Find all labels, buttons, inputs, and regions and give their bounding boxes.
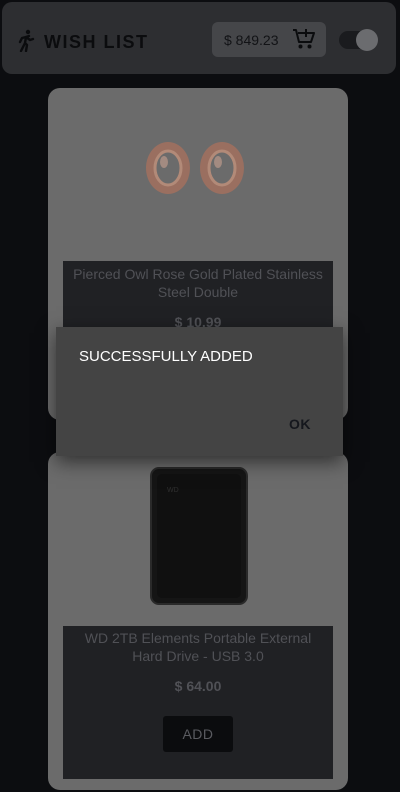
- dialog-message: SUCCESSFULLY ADDED: [79, 348, 253, 365]
- rose-gold-ear-plugs-image: [138, 138, 258, 203]
- app-header: WISH LIST $ 849.23: [2, 2, 396, 74]
- brand: WISH LIST: [14, 28, 149, 57]
- svg-text:WD: WD: [167, 487, 179, 494]
- cart-total: $ 849.23: [224, 31, 279, 48]
- cart-button[interactable]: $ 849.23: [212, 22, 326, 57]
- product-title: WD 2TB Elements Portable External Hard D…: [84, 630, 312, 664]
- theme-toggle[interactable]: [339, 29, 378, 51]
- add-button[interactable]: ADD: [163, 716, 233, 752]
- product-title: Pierced Owl Rose Gold Plated Stainless S…: [73, 266, 323, 300]
- running-figure-icon: [14, 28, 38, 57]
- app-title: WISH LIST: [44, 32, 149, 52]
- product-info: WD 2TB Elements Portable External Hard D…: [63, 626, 333, 779]
- toggle-knob: [356, 29, 378, 51]
- ok-button[interactable]: OK: [289, 416, 311, 432]
- product-card: WD WD 2TB Elements Portable External Har…: [48, 452, 348, 790]
- product-price: $ 64.00: [174, 678, 222, 694]
- black-external-hard-drive-image: WD: [149, 466, 249, 611]
- success-dialog: SUCCESSFULLY ADDED OK: [56, 327, 343, 456]
